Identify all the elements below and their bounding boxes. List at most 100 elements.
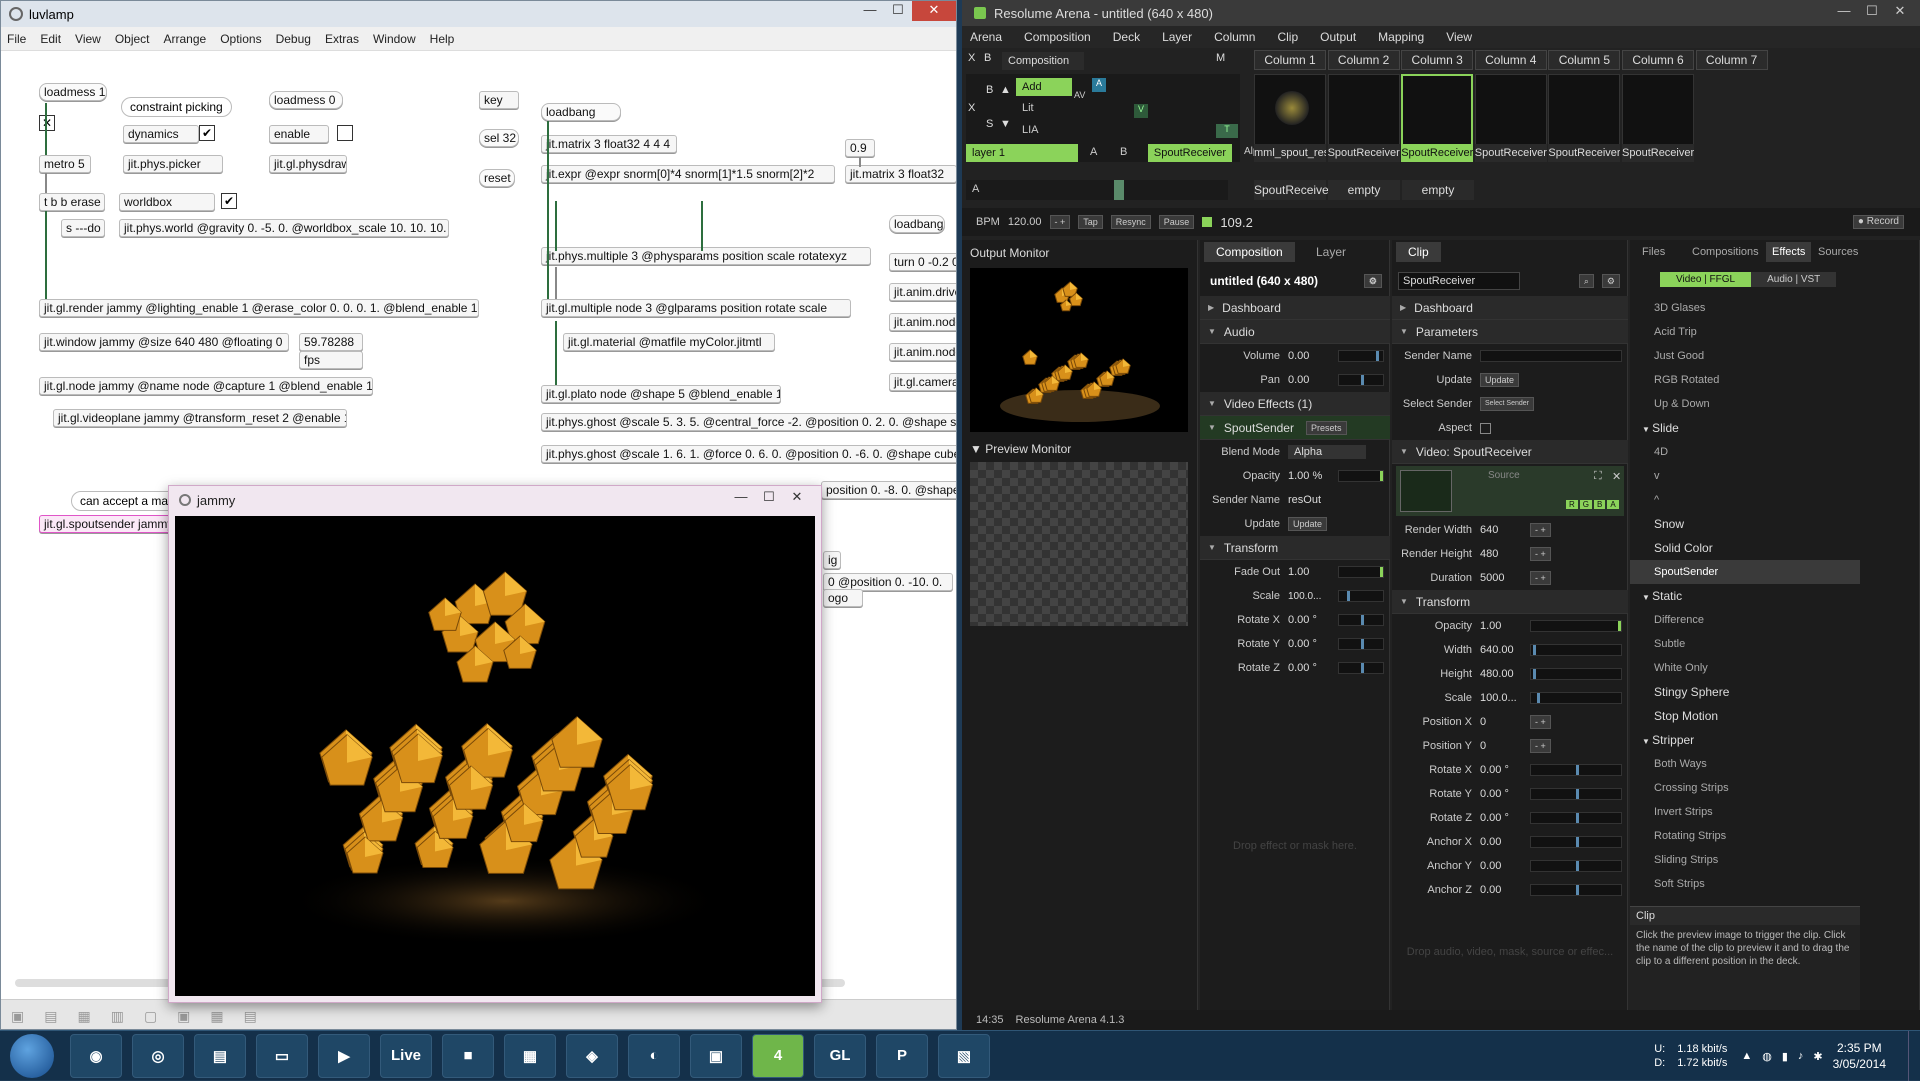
clip-rx-value[interactable]: 0.00 °	[1480, 764, 1530, 776]
clip-label[interactable]: SpoutReceiver	[1622, 144, 1694, 162]
menu-6[interactable]: Debug	[276, 32, 311, 46]
opacity-slider[interactable]	[1338, 470, 1384, 482]
clip-h-slider[interactable]	[1530, 668, 1622, 680]
max-object[interactable]: jit.gl.camera	[889, 373, 956, 391]
deck-clip[interactable]: empty	[1328, 180, 1400, 200]
effect-item[interactable]: Slide	[1630, 416, 1860, 440]
max-object[interactable]: dynamics	[123, 125, 199, 143]
channel-toggle[interactable]: B	[1594, 500, 1606, 509]
channel-toggle[interactable]: R	[1566, 500, 1578, 509]
volume-icon[interactable]: ♪	[1798, 1050, 1804, 1062]
video-effects-section[interactable]: Video Effects (1)	[1200, 392, 1390, 416]
effect-item[interactable]: Both Ways	[1630, 752, 1860, 776]
jammy-titlebar[interactable]: jammy	[169, 486, 821, 514]
ableton-live-icon[interactable]: Live	[380, 1033, 432, 1078]
max-object[interactable]: s ---do	[61, 219, 105, 237]
max-object[interactable]: jit.gl.spoutsender jammy	[39, 515, 179, 533]
resolume-task-icon[interactable]: ◈	[566, 1033, 618, 1078]
clip-h-row[interactable]: Height 480.00	[1392, 662, 1628, 686]
jammy-window[interactable]: jammy — ☐ ✕	[168, 485, 822, 1003]
max-object[interactable]: jit.anim.node	[889, 343, 956, 361]
clip-rh-stepper[interactable]: - +	[1530, 547, 1551, 561]
effect-item[interactable]: RGB Rotated	[1630, 368, 1860, 392]
sender-name-input[interactable]: resOut	[1288, 494, 1321, 506]
tab-clip[interactable]: Clip	[1396, 242, 1441, 262]
pan-value[interactable]: 0.00	[1288, 374, 1338, 386]
layer-clear-button[interactable]: X	[968, 102, 975, 114]
minimize-icon[interactable]: —	[856, 1, 884, 21]
comp-mute-button[interactable]: M	[1216, 52, 1230, 68]
clip-az-slider[interactable]	[1530, 884, 1622, 896]
max-task-icon[interactable]: ◐	[628, 1033, 680, 1078]
tab-composition[interactable]: Composition	[1204, 242, 1295, 262]
volume-value[interactable]: 0.00	[1288, 350, 1338, 362]
max-object[interactable]: enable	[269, 125, 329, 143]
select-sender-row[interactable]: Select Sender Select Sender	[1392, 392, 1628, 416]
clock[interactable]: 2:35 PM 3/05/2014	[1833, 1040, 1886, 1072]
clip-label[interactable]: SpoutReceiver	[1474, 144, 1547, 162]
presentation-icon[interactable]: ▤	[44, 1008, 57, 1025]
bpm-value[interactable]: 120.00	[1008, 216, 1042, 228]
clip-rw-stepper[interactable]: - +	[1530, 523, 1551, 537]
max-object[interactable]: jit.gl.videoplane jammy @transform_reset…	[53, 409, 347, 427]
fade-out-slider[interactable]	[1338, 566, 1384, 578]
opacity-value[interactable]: 1.00 %	[1288, 470, 1338, 482]
column-header[interactable]: Column 1	[1254, 50, 1326, 70]
clip-rx-slider[interactable]	[1530, 764, 1622, 776]
rotate-x-value[interactable]: 0.00 °	[1288, 614, 1338, 626]
clip-label[interactable]: SpoutReceiver	[1548, 144, 1621, 162]
max-object[interactable]: jit.expr @expr snorm[0]*4 snorm[1]*1.5 s…	[541, 165, 835, 183]
max-object[interactable]: sel 32	[479, 129, 519, 147]
clip-transform-section[interactable]: Transform	[1392, 590, 1628, 614]
rotate-y-row[interactable]: Rotate Y 0.00 °	[1200, 632, 1390, 656]
info-icon[interactable]: ▢	[144, 1008, 157, 1025]
crossfader-handle[interactable]	[1114, 180, 1124, 200]
network-icon[interactable]: ▮	[1782, 1050, 1788, 1063]
rotate-y-slider[interactable]	[1338, 638, 1384, 650]
effect-item[interactable]: 3D Glases	[1630, 296, 1860, 320]
clip-ay-slider[interactable]	[1530, 860, 1622, 872]
menu-0[interactable]: File	[7, 32, 26, 46]
bluetooth-icon[interactable]: ✱	[1813, 1050, 1822, 1063]
max-object[interactable]: t b b erase	[39, 193, 105, 211]
clip-update-button[interactable]: Update	[1480, 373, 1520, 387]
clip-ry-slider[interactable]	[1530, 788, 1622, 800]
toggle-checkbox[interactable]: ✔	[221, 193, 237, 209]
bpm-stepper[interactable]: - +	[1049, 215, 1071, 229]
av-toggle[interactable]: AV	[1074, 90, 1085, 100]
down-arrow-icon[interactable]: ▼	[1000, 118, 1011, 130]
patch-cable[interactable]	[555, 201, 557, 251]
max-object[interactable]: jit.window jammy @size 640 480 @floating…	[39, 333, 289, 351]
clip-ry-value[interactable]: 0.00 °	[1480, 788, 1530, 800]
clip-sender-input[interactable]	[1480, 350, 1622, 362]
explorer-icon[interactable]: ▤	[194, 1033, 246, 1078]
audio-vst-tab[interactable]: Audio | VST	[1751, 272, 1837, 287]
menu-2[interactable]: View	[75, 32, 101, 46]
channel-toggle[interactable]: G	[1579, 500, 1593, 509]
max-object[interactable]: 0.9	[845, 139, 875, 157]
layer-crossfade-a[interactable]: A	[1090, 146, 1097, 158]
effect-item[interactable]: Stripper	[1630, 728, 1860, 752]
pan-slider[interactable]	[1338, 374, 1384, 386]
blend-mode-select[interactable]: Alpha	[1288, 445, 1366, 459]
aspect-checkbox[interactable]	[1480, 422, 1491, 434]
comp-dashboard-section[interactable]: Dashboard	[1200, 296, 1390, 320]
clip-rw-row[interactable]: Render Width 640- +	[1392, 518, 1628, 542]
res-menu-4[interactable]: Column	[1214, 30, 1255, 44]
app-green-icon[interactable]: 4	[752, 1033, 804, 1078]
terminal-icon[interactable]: ▭	[256, 1033, 308, 1078]
clip-label[interactable]: SpoutReceiver	[1401, 144, 1474, 162]
res-menu-0[interactable]: Arena	[970, 30, 1002, 44]
deck-clip[interactable]: SpoutReceiver	[1254, 180, 1333, 200]
globe-icon[interactable]: ◍	[1762, 1050, 1772, 1063]
effect-item[interactable]: Invert Strips	[1630, 800, 1860, 824]
clip-op-value[interactable]: 1.00	[1480, 620, 1530, 632]
lock-icon[interactable]: ▣	[11, 1008, 24, 1025]
effect-item[interactable]: ^	[1630, 488, 1860, 512]
close-icon[interactable]: ✕	[912, 1, 956, 21]
column-header[interactable]: Column 7	[1695, 50, 1768, 70]
effect-item[interactable]: Crossing Strips	[1630, 776, 1860, 800]
clip-rw-value[interactable]: 640	[1480, 524, 1530, 536]
chrome-icon[interactable]: ◉	[70, 1033, 122, 1078]
layer-solo-button[interactable]: S	[986, 118, 993, 130]
